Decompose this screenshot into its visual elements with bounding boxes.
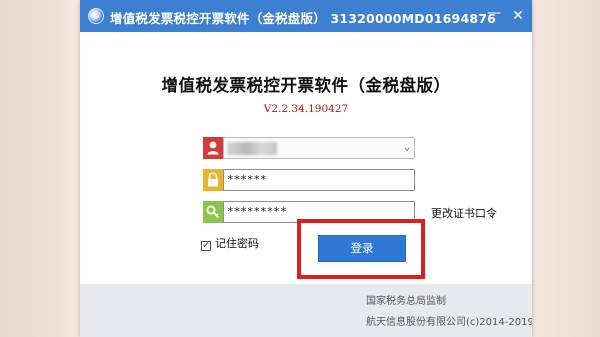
login-window: 增值税发票税控开票软件（金税盘版） 31320000MD01694876 — ✕… xyxy=(80,0,532,337)
remember-password-label: 记住密码 xyxy=(215,237,259,250)
minimize-button[interactable]: — xyxy=(484,3,504,23)
user-select-row: ⌄ xyxy=(203,137,415,159)
chevron-down-icon[interactable]: ⌄ xyxy=(404,138,410,158)
user-name-redacted xyxy=(227,142,277,155)
background-left xyxy=(0,0,80,337)
password-input[interactable]: ****** xyxy=(223,169,415,191)
footer: 国家税务总局监制 航天信息股份有限公司(c)2014-2019 xyxy=(80,284,532,337)
window-title: 增值税发票税控开票软件（金税盘版） 31320000MD01694876 xyxy=(110,11,497,26)
user-select[interactable]: ⌄ xyxy=(223,137,415,159)
app-heading: 增值税发票税控开票软件（金税盘版） xyxy=(161,76,451,95)
remember-password[interactable]: ✓ 记住密码 xyxy=(201,235,259,251)
highlight-box xyxy=(297,219,425,279)
version-label: V2.2.34.190427 xyxy=(263,103,349,115)
remember-password-checkbox[interactable]: ✓ xyxy=(201,241,211,251)
app-logo-icon xyxy=(88,8,104,24)
background-right xyxy=(530,0,600,337)
change-cert-password-link[interactable]: 更改证书口令 xyxy=(431,205,497,221)
footer-copyright: 航天信息股份有限公司(c)2014-2019 xyxy=(366,317,532,328)
user-icon xyxy=(203,137,223,159)
footer-supervisor: 国家税务总局监制 xyxy=(366,296,446,307)
password-row: ****** xyxy=(203,169,415,191)
close-button[interactable]: ✕ xyxy=(508,6,528,26)
lock-icon xyxy=(203,169,223,191)
key-icon xyxy=(203,201,223,223)
title-bar[interactable]: 增值税发票税控开票软件（金税盘版） 31320000MD01694876 — ✕ xyxy=(80,0,532,32)
